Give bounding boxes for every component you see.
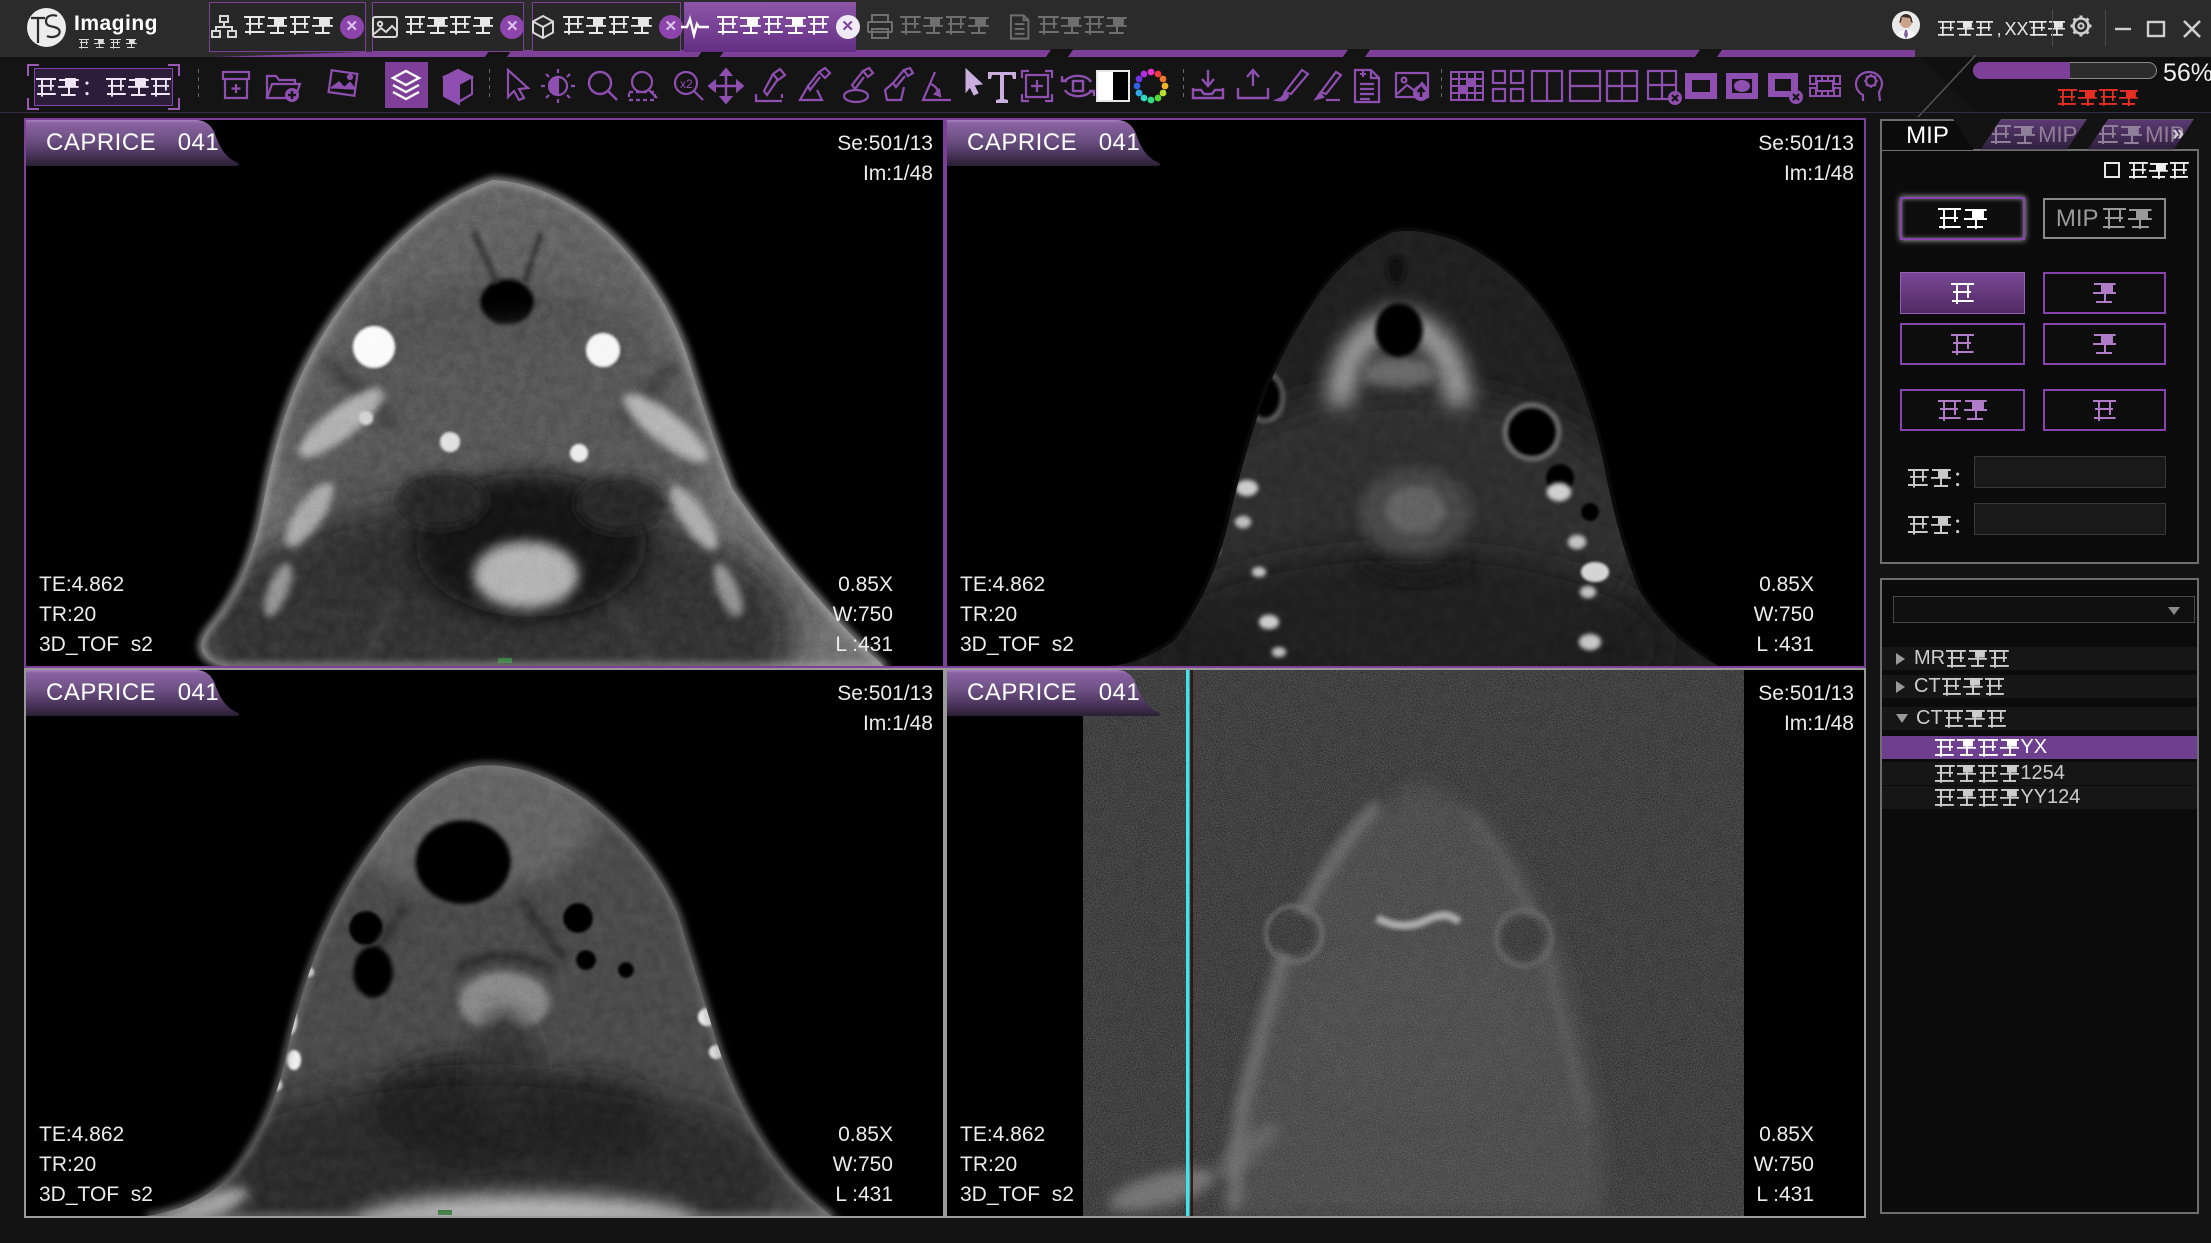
svg-text:x2: x2 <box>680 77 693 91</box>
